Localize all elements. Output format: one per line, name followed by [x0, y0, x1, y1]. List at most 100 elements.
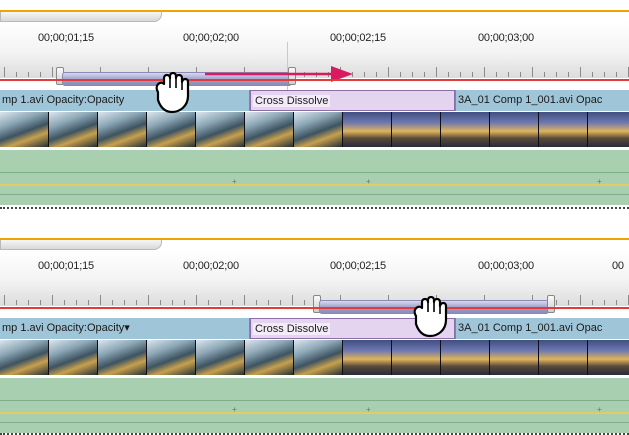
ruler-tick [268, 300, 269, 305]
video-frame-thumbnail [98, 340, 147, 375]
ruler-tick [376, 72, 377, 77]
ruler-tick [16, 300, 17, 305]
cross-dissolve-transition[interactable]: Cross Dissolve [250, 90, 455, 111]
ruler-tick [568, 72, 569, 77]
ruler-tick [604, 300, 605, 305]
video-frame-thumbnail [49, 112, 98, 147]
timecode-label: 00;00;01;15 [38, 32, 94, 44]
video-frame-thumbnail [245, 112, 294, 147]
ruler-tick [568, 300, 569, 305]
ruler-tick [496, 72, 497, 77]
video-frame-thumbnail [294, 112, 343, 147]
ruler-tick [592, 300, 593, 305]
timeline-panel-after: 00;00;01;15 00;00;02;00 00;00;02;15 00;0… [0, 238, 629, 433]
ruler-tick [280, 300, 281, 305]
ruler-tick [580, 295, 581, 305]
work-area-end-handle[interactable] [547, 295, 555, 313]
ruler-tick [484, 67, 485, 77]
ruler-tick [412, 72, 413, 77]
ruler-tick [400, 72, 401, 77]
timecode-label: 00;00;02;00 [183, 32, 239, 44]
timeline-panel-before: 00;00;01;15 00;00;02;00 00;00;02;15 00;0… [0, 10, 629, 205]
ruler-tick [4, 67, 5, 77]
video-frame-thumbnail [539, 340, 588, 375]
ruler-tick [184, 300, 185, 305]
timecode-label: 00;00;03;00 [478, 260, 534, 272]
video-frame-thumbnail [98, 112, 147, 147]
ruler-tick [16, 72, 17, 77]
ruler-tick [472, 72, 473, 77]
video-frame-thumbnail [441, 112, 490, 147]
ruler-tick [220, 300, 221, 305]
audio-keyframe-icon: + [232, 177, 237, 186]
ruler-tick [76, 300, 77, 305]
ruler-tick [208, 300, 209, 305]
ruler-tick [136, 300, 137, 305]
ruler-tick [256, 300, 257, 305]
ruler-tick [292, 295, 293, 305]
timecode-label: 00;00;02;15 [330, 32, 386, 44]
zoom-scroll-handle[interactable] [0, 12, 162, 22]
video-frame-thumbnail [196, 112, 245, 147]
ruler-tick [436, 67, 437, 77]
timeline-indicator-line [0, 307, 629, 309]
video-frame-thumbnail [147, 112, 196, 147]
audio-track: + + + [0, 150, 629, 205]
ruler-tick [592, 72, 593, 77]
video-frame-thumbnail [294, 340, 343, 375]
ruler-tick [124, 300, 125, 305]
video-clip-right[interactable]: 3A_01 Comp 1_001.avi Opac [455, 318, 629, 339]
ruler-tick [424, 72, 425, 77]
ruler-tick [556, 300, 557, 305]
ruler-tick [52, 295, 53, 305]
ruler-tick [160, 300, 161, 305]
ruler-tick [580, 67, 581, 77]
ruler-tick [100, 295, 101, 305]
ruler-tick [388, 67, 389, 77]
ruler-tick [508, 72, 509, 77]
hand-grab-icon [413, 296, 448, 338]
audio-keyframe-icon: + [366, 405, 371, 414]
video-clip-left[interactable]: mp 1.avi Opacity:Opacity [0, 90, 250, 111]
video-clip-left[interactable]: mp 1.avi Opacity:Opacity▾ [0, 318, 250, 339]
timecode-label: 00;00;02;15 [330, 260, 386, 272]
timecode-label: 00;00;02;00 [183, 260, 239, 272]
audio-keyframe-icon: + [597, 177, 602, 186]
ruler-tick [604, 72, 605, 77]
video-frame-thumbnail [490, 340, 539, 375]
ruler-tick [40, 300, 41, 305]
ruler-tick [88, 300, 89, 305]
ruler-tick [556, 72, 557, 77]
video-frame-thumbnail [392, 112, 441, 147]
timeline-indicator-line [0, 79, 629, 81]
hand-grab-icon [155, 72, 190, 114]
ruler-tick [304, 300, 305, 305]
ruler-tick [148, 295, 149, 305]
ruler-tick [364, 72, 365, 77]
video-clip-right[interactable]: 3A_01 Comp 1_001.avi Opac [455, 90, 629, 111]
timecode-label: 00 [612, 260, 624, 272]
video-frame-thumbnail [245, 340, 294, 375]
video-frame-thumbnail [343, 340, 392, 375]
video-frame-thumbnail [588, 340, 629, 375]
ruler-tick [196, 295, 197, 305]
video-track-clips: mp 1.avi Opacity:Opacity Cross Dissolve … [0, 90, 629, 111]
timecode-label: 00;00;03;00 [478, 32, 534, 44]
ruler-tick [244, 295, 245, 305]
video-thumbnails [0, 340, 629, 375]
ruler-tick [460, 72, 461, 77]
video-frame-thumbnail [0, 112, 49, 147]
ruler-tick [172, 300, 173, 305]
ruler-tick [4, 295, 5, 305]
timecode-label: 00;00;01;15 [38, 260, 94, 272]
video-frame-thumbnail [196, 340, 245, 375]
video-frame-thumbnail [0, 340, 49, 375]
video-frame-thumbnail [392, 340, 441, 375]
time-ruler[interactable]: 00;00;01;15 00;00;02;00 00;00;02;15 00;0… [0, 250, 629, 314]
ruler-tick [64, 300, 65, 305]
ruler-tick [616, 300, 617, 305]
video-frame-thumbnail [441, 340, 490, 375]
audio-keyframe-icon: + [597, 405, 602, 414]
video-frame-thumbnail [49, 340, 98, 375]
zoom-scroll-handle[interactable] [0, 240, 162, 250]
